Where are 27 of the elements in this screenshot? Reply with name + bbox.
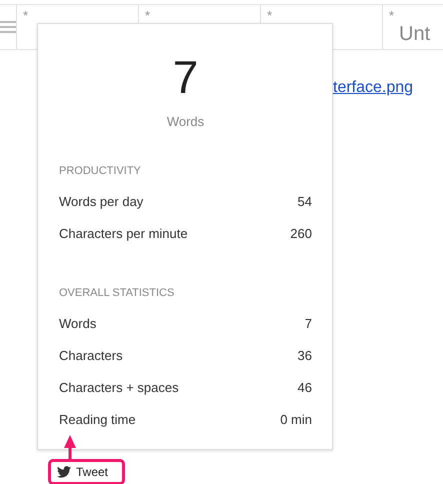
unsaved-marker: * <box>389 9 396 19</box>
stat-value: 46 <box>298 380 312 394</box>
stat-value: 54 <box>298 194 312 208</box>
stat-label: Words per day <box>59 194 144 208</box>
stat-label: Words <box>59 316 96 330</box>
menu-icon[interactable] <box>0 21 16 33</box>
unsaved-marker: * <box>23 9 30 19</box>
tweet-button[interactable]: Tweet <box>48 459 125 484</box>
editor-tab[interactable]: * Unt <box>382 5 443 49</box>
tab-title: Unt <box>399 23 430 46</box>
word-count-label: Words <box>166 114 206 129</box>
section-heading: PRODUCTIVITY <box>59 165 142 177</box>
stat-value: 36 <box>298 348 312 362</box>
stat-value: 260 <box>290 226 312 240</box>
unsaved-marker: * <box>145 9 152 19</box>
bird-icon <box>57 466 71 478</box>
unsaved-marker: * <box>267 9 274 19</box>
stat-value: 7 <box>304 316 312 330</box>
stat-label: Reading time <box>59 412 136 426</box>
annotation-arrow <box>64 435 76 460</box>
stat-label: Characters + spaces <box>59 380 179 394</box>
word-count: 7 <box>172 52 200 102</box>
stat-label: Characters <box>59 348 123 362</box>
stat-label: Characters per minute <box>59 226 188 240</box>
section-heading: OVERALL STATISTICS <box>59 287 176 299</box>
stat-value: 0 min <box>280 412 312 426</box>
image-link[interactable]: terface.png <box>333 79 414 96</box>
